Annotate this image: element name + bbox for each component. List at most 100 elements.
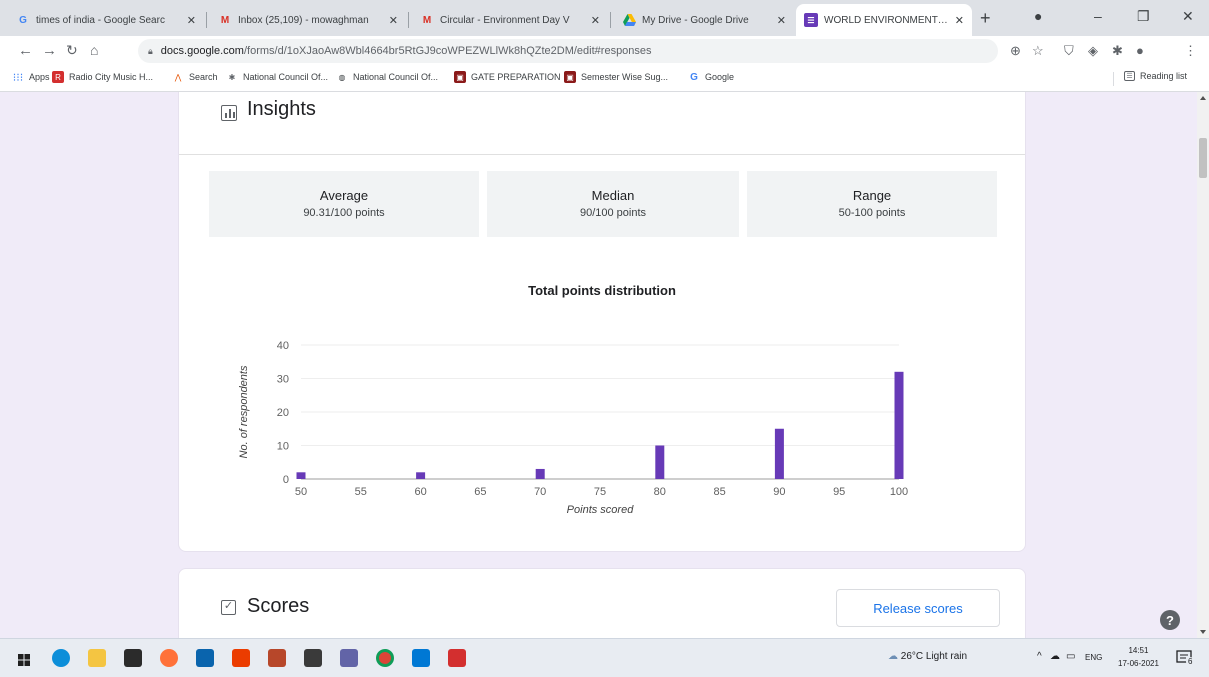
powerpoint-icon[interactable] bbox=[268, 649, 286, 667]
y-tick-label: 30 bbox=[277, 374, 289, 386]
zoom-icon[interactable]: ⊕ bbox=[1010, 43, 1021, 59]
tab-circular[interactable]: M Circular - Environment Day V ✕ bbox=[412, 4, 608, 36]
tab-separator bbox=[206, 12, 207, 28]
gate-icon: ▣ bbox=[454, 71, 466, 83]
close-tab-icon[interactable]: ✕ bbox=[777, 14, 786, 27]
bookmark-label: Search bbox=[189, 72, 218, 82]
close-tab-icon[interactable]: ✕ bbox=[955, 14, 964, 27]
onedrive-icon[interactable]: ☁ bbox=[1050, 651, 1060, 662]
bookmark-radio-city[interactable]: R Radio City Music H... bbox=[52, 71, 153, 83]
close-tab-icon[interactable]: ✕ bbox=[389, 14, 398, 27]
help-icon[interactable]: ? bbox=[1160, 610, 1180, 630]
tab-title: WORLD ENVIRONMENT DAY bbox=[824, 14, 949, 26]
close-tab-icon[interactable]: ✕ bbox=[187, 14, 196, 27]
x-axis-label: Points scored bbox=[567, 504, 635, 516]
tab-my-drive[interactable]: My Drive - Google Drive ✕ bbox=[614, 4, 794, 36]
back-arrow-icon[interactable]: ← bbox=[18, 42, 33, 59]
clock-date: 17-06-2021 bbox=[1118, 659, 1159, 668]
scrollbar-thumb[interactable] bbox=[1199, 138, 1207, 178]
windows-taskbar: ☁ 26°C Light rain ^ ☁ ▭ ENG 14:51 17-06-… bbox=[0, 638, 1209, 677]
gmail-icon: M bbox=[422, 14, 432, 26]
bookmark-separator bbox=[1113, 72, 1114, 86]
profile-avatar-icon[interactable]: ● bbox=[1136, 43, 1144, 58]
x-tick-label: 55 bbox=[355, 486, 367, 498]
clock-time: 14:51 bbox=[1128, 646, 1149, 655]
chart-bar bbox=[535, 468, 545, 479]
network-icon[interactable]: ▭ bbox=[1066, 651, 1075, 662]
firefox-icon[interactable] bbox=[160, 649, 178, 667]
release-scores-button[interactable]: Release scores bbox=[836, 589, 1000, 627]
reading-list-button[interactable]: ☰ Reading list bbox=[1124, 71, 1187, 81]
tab-title: times of india - Google Searc bbox=[36, 14, 165, 26]
more-menu-icon[interactable]: ⋮ bbox=[1184, 43, 1197, 59]
bookmark-apps[interactable]: ⁝⁝⁝ Apps bbox=[12, 71, 50, 84]
mail-icon[interactable] bbox=[196, 649, 214, 667]
chart-bar bbox=[774, 428, 784, 479]
address-bar[interactable]: 🔒︎ docs.google.com/forms/d/1oXJaoAw8Wbl4… bbox=[138, 39, 998, 63]
acrobat-icon[interactable] bbox=[448, 649, 466, 667]
page-content: Insights Average 90.31/100 points Median… bbox=[0, 92, 1197, 638]
file-explorer-icon[interactable] bbox=[88, 649, 106, 667]
bookmark-national-council-2[interactable]: ◍ National Council Of... bbox=[336, 71, 439, 83]
bookmark-google[interactable]: G Google bbox=[688, 71, 734, 83]
minimize-icon[interactable]: – bbox=[1094, 8, 1102, 24]
bookmark-gate-preparation[interactable]: ▣ GATE PREPARATION bbox=[454, 71, 561, 83]
chart-bar bbox=[296, 472, 306, 479]
show-hidden-icons-chevron-icon[interactable]: ^ bbox=[1037, 651, 1042, 662]
apps-grid-icon: ⁝⁝⁝ bbox=[12, 71, 24, 84]
tab-times-of-india[interactable]: G times of india - Google Searc ✕ bbox=[8, 4, 204, 36]
checkbox-icon: ✓ bbox=[221, 600, 236, 615]
photos-app-icon[interactable] bbox=[304, 649, 322, 667]
close-window-icon[interactable]: ✕ bbox=[1182, 8, 1194, 25]
forward-arrow-icon[interactable]: → bbox=[42, 42, 57, 59]
browser-tab-strip: G times of india - Google Searc ✕ M Inbo… bbox=[0, 0, 1209, 36]
shield-extension-icon[interactable]: ⛉ bbox=[1064, 43, 1074, 59]
restore-icon[interactable]: ❐ bbox=[1137, 8, 1150, 25]
language-indicator[interactable]: ENG bbox=[1085, 653, 1102, 662]
record-icon[interactable]: ● bbox=[1034, 8, 1042, 24]
windows-start-icon[interactable] bbox=[18, 653, 30, 666]
google-icon: G bbox=[19, 14, 27, 26]
y-axis-label: No. of respondents bbox=[238, 365, 250, 458]
y-tick-label: 0 bbox=[283, 474, 289, 486]
bookmark-search[interactable]: ⋀ Search bbox=[172, 71, 218, 83]
tab-inbox[interactable]: M Inbox (25,109) - mowaghman ✕ bbox=[210, 4, 406, 36]
teams-icon[interactable] bbox=[340, 649, 358, 667]
drive-icon bbox=[622, 13, 636, 27]
edge-browser-icon[interactable] bbox=[52, 649, 70, 667]
extension-icon[interactable]: ◈ bbox=[1088, 43, 1098, 59]
bookmark-semester-wise[interactable]: ▣ Semester Wise Sug... bbox=[564, 71, 668, 83]
chart-title: Total points distribution bbox=[528, 283, 676, 298]
scroll-up-arrow-icon[interactable] bbox=[1200, 96, 1206, 100]
weather-icon: ☁ bbox=[888, 651, 898, 662]
bookmark-label: GATE PREPARATION bbox=[471, 72, 561, 82]
weather-widget[interactable]: ☁ 26°C Light rain bbox=[888, 651, 967, 662]
bookmark-national-council-1[interactable]: ✱ National Council Of... bbox=[226, 71, 328, 83]
star-bookmark-icon[interactable]: ☆ bbox=[1032, 43, 1044, 59]
y-tick-label: 10 bbox=[277, 441, 289, 453]
x-tick-label: 90 bbox=[773, 486, 785, 498]
x-tick-label: 65 bbox=[474, 486, 486, 498]
scroll-down-arrow-icon[interactable] bbox=[1200, 630, 1206, 634]
bookmark-label: Radio City Music H... bbox=[69, 72, 154, 82]
reload-icon[interactable]: ↻ bbox=[66, 42, 78, 59]
outlook-icon[interactable] bbox=[412, 649, 430, 667]
home-icon[interactable]: ⌂ bbox=[90, 42, 98, 58]
search-bookmark-icon: ⋀ bbox=[174, 72, 182, 82]
tab-world-environment-day[interactable]: ☰ WORLD ENVIRONMENT DAY ✕ bbox=[796, 4, 972, 36]
new-tab-plus-icon[interactable]: + bbox=[980, 8, 991, 29]
store-icon[interactable] bbox=[124, 649, 142, 667]
close-tab-icon[interactable]: ✕ bbox=[591, 14, 600, 27]
chrome-icon[interactable] bbox=[376, 649, 394, 667]
notifications-icon[interactable]: 6 bbox=[1176, 649, 1195, 667]
x-tick-label: 60 bbox=[414, 486, 426, 498]
forms-icon: ☰ bbox=[804, 13, 818, 27]
system-clock[interactable]: 14:51 17-06-2021 bbox=[1118, 644, 1159, 670]
puzzle-extensions-icon[interactable]: ✱ bbox=[1112, 43, 1123, 59]
bookmark-label: National Council Of... bbox=[353, 72, 439, 82]
tab-separator bbox=[408, 12, 409, 28]
bookmark-label: Apps bbox=[29, 72, 50, 82]
page-scrollbar[interactable] bbox=[1197, 92, 1209, 638]
office-icon[interactable] bbox=[232, 649, 250, 667]
tab-title: My Drive - Google Drive bbox=[642, 14, 749, 26]
